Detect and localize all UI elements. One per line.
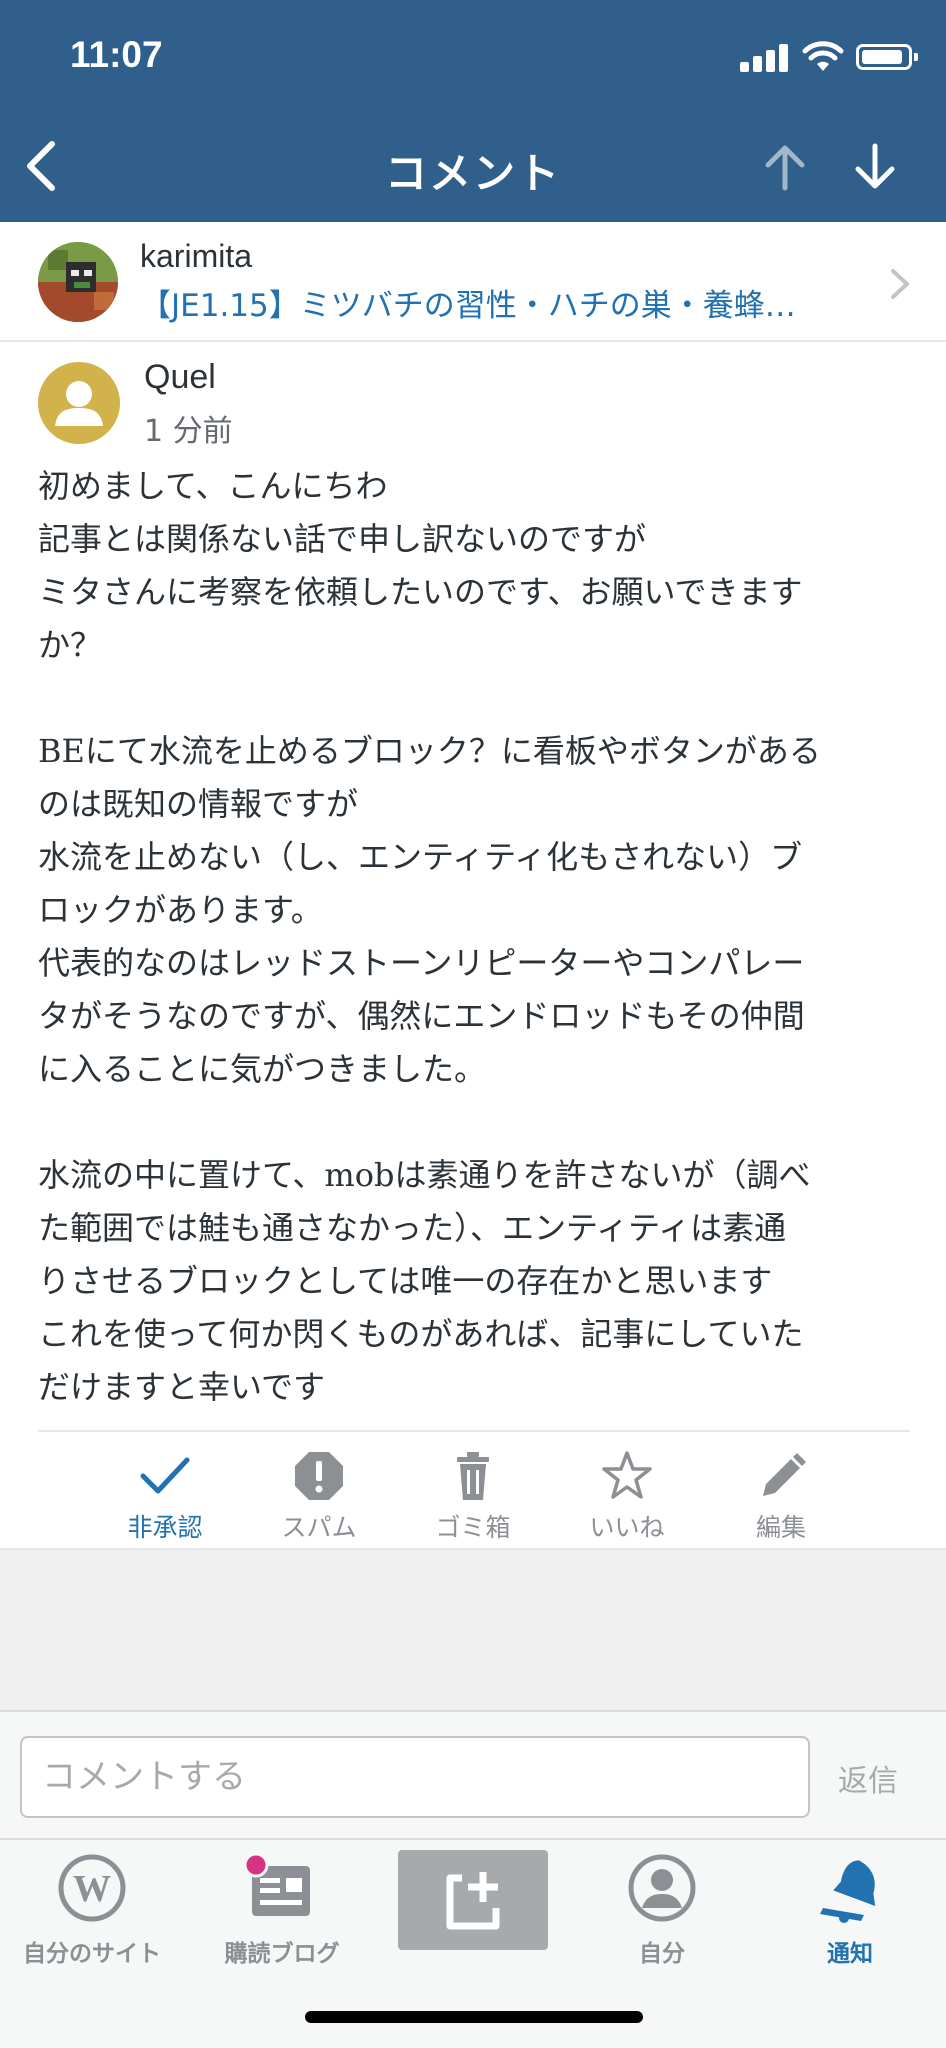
- post-title-link[interactable]: 【JE1.15】ミツバチの習性・ハチの巣・養蜂…: [140, 280, 840, 325]
- comment-line: りさせるブロックとしては唯一の存在かと思います: [38, 1262, 773, 1300]
- comment-line: だけますと幸いです: [38, 1368, 326, 1406]
- comment-line: 水流の中に置けて、mobは素通りを許さないが（調べ: [38, 1156, 811, 1194]
- unapprove-label: 非承認: [127, 1513, 203, 1542]
- comment-line: た範囲では鮭も通さなかった）、エンティティは素通: [38, 1209, 787, 1247]
- comment-line: [38, 672, 910, 725]
- spam-button[interactable]: スパム: [254, 1450, 384, 1544]
- tab-me[interactable]: 自分: [572, 1852, 752, 1968]
- trash-button[interactable]: ゴミ箱: [408, 1450, 538, 1544]
- new-post-button[interactable]: [398, 1850, 548, 1950]
- cellular-signal-icon: [740, 42, 790, 72]
- wordpress-icon: W: [58, 1854, 126, 1922]
- home-indicator: [305, 2011, 643, 2023]
- comment-actions: 非承認 スパム ゴミ箱 いいね 編集: [38, 1430, 910, 1548]
- pencil-icon: [763, 1453, 806, 1496]
- comment-line: 初めまして、こんにちわ: [38, 467, 388, 505]
- comment-line: のは既知の情報ですが: [38, 785, 359, 823]
- next-comment-button[interactable]: [848, 140, 902, 194]
- comment-timestamp: 1 分前: [144, 414, 233, 449]
- trash-icon: [457, 1452, 489, 1500]
- comment-line: か？: [38, 626, 103, 664]
- comment-line: ロックがあります。: [38, 891, 323, 929]
- trash-label: ゴミ箱: [435, 1513, 511, 1542]
- reply-input[interactable]: [20, 1736, 810, 1818]
- post-link-row[interactable]: karimita 【JE1.15】ミツバチの習性・ハチの巣・養蜂…: [0, 222, 946, 342]
- comment-line: これを使って何か閃くものがあれば、記事にしていた: [38, 1315, 804, 1353]
- edit-label: 編集: [755, 1513, 806, 1542]
- reader-icon: [243, 1852, 310, 1916]
- commenter-name: Quel: [144, 358, 216, 396]
- me-icon: [628, 1854, 696, 1922]
- tab-my-site[interactable]: W 自分のサイト: [2, 1852, 182, 1968]
- comment-line: [38, 1096, 910, 1149]
- comment-line: BEにて水流を止めるブロック？に看板やボタンがある: [38, 732, 821, 770]
- chevron-right-icon: [891, 269, 909, 299]
- empty-area: [0, 1548, 946, 1710]
- tab-reader-label: 購読ブログ: [224, 1941, 340, 1967]
- tab-notifications[interactable]: 通知: [760, 1852, 940, 1968]
- comment-line: 水流を止めない（し、エンティティ化もされない）ブ: [38, 838, 803, 876]
- battery-icon: [856, 44, 918, 70]
- tab-notifications-label: 通知: [827, 1941, 873, 1967]
- tab-reader[interactable]: 購読ブログ: [192, 1852, 372, 1968]
- reply-button[interactable]: 返信: [838, 1756, 898, 1800]
- edit-button[interactable]: 編集: [716, 1450, 846, 1544]
- status-time: 11:07: [70, 34, 163, 75]
- comment-line: 代表的なのはレッドストーンリピーターやコンパレー: [38, 944, 805, 982]
- reply-bar: 返信: [0, 1710, 946, 1840]
- svg-text:W: W: [73, 1868, 111, 1910]
- comment-body: 初めまして、こんにちわ 記事とは関係ない話で申し訳ないのですが ミタさんに考察を…: [38, 460, 910, 1414]
- spam-label: スパム: [281, 1513, 357, 1542]
- star-icon: [602, 1451, 652, 1499]
- comment-line: ミタさんに考察を依頼したいのです、お願いできます: [38, 573, 803, 611]
- blog-avatar: [38, 242, 118, 322]
- status-icons: [740, 41, 918, 72]
- bell-icon: [820, 1860, 876, 1923]
- new-post-icon: [446, 1872, 500, 1930]
- comment-line: タがそうなのですが、偶然にエンドロッドもその仲間: [38, 997, 805, 1035]
- app-header: 11:07 コメント: [0, 0, 946, 222]
- unapprove-button[interactable]: 非承認: [100, 1450, 230, 1544]
- notification-badge: [243, 1852, 269, 1878]
- commenter-avatar[interactable]: [38, 362, 120, 444]
- comment-line: 記事とは関係ない話で申し訳ないのですが: [38, 520, 647, 558]
- spam-icon: [295, 1452, 343, 1500]
- previous-comment-button[interactable]: [758, 140, 812, 194]
- like-button[interactable]: いいね: [562, 1450, 692, 1544]
- like-label: いいね: [589, 1513, 665, 1542]
- comment-line: に入ることに気がつきました。: [38, 1050, 487, 1088]
- wifi-icon: [802, 41, 844, 71]
- tab-my-site-label: 自分のサイト: [23, 1941, 161, 1967]
- check-icon: [140, 1457, 190, 1494]
- post-author: karimita: [140, 238, 253, 274]
- tab-me-label: 自分: [639, 1941, 685, 1967]
